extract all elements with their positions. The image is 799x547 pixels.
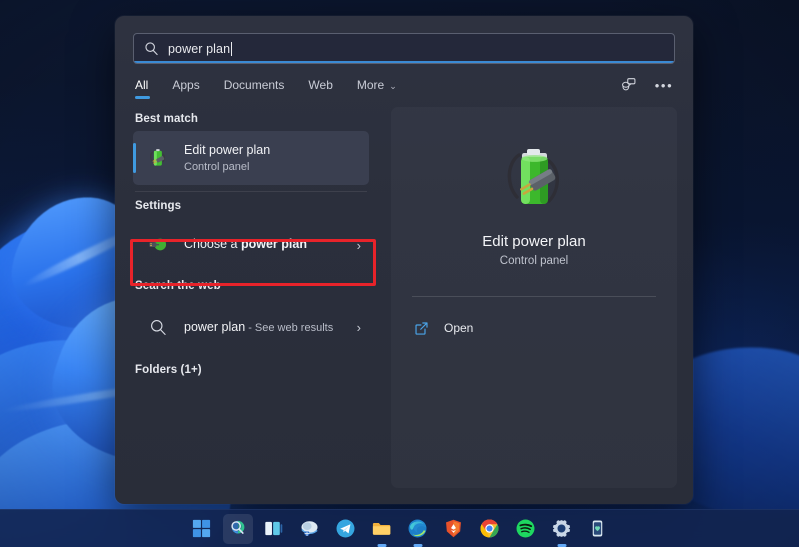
feedback-button[interactable] [617,74,639,96]
power-options-icon [145,232,171,258]
settings-button[interactable] [547,514,577,547]
tab-documents[interactable]: Documents [212,73,297,101]
tab-apps[interactable]: Apps [160,73,211,101]
filter-tabs: All Apps Documents Web More ⌄ [133,73,409,101]
section-heading-search-the-web: Search the web [135,280,221,292]
start-button[interactable] [187,514,217,544]
text-caret [231,41,233,56]
battery-plug-icon [497,141,571,215]
taskbar [0,509,799,547]
results-list: Best match Edit power plan Control panel… [115,105,377,504]
tab-more[interactable]: More ⌄ [345,73,409,101]
file-explorer-icon [372,522,391,535]
result-title: Edit power plan [184,143,271,158]
tab-more-label: More [356,78,385,92]
result-text: Choose a power plan [184,237,307,253]
edge-icon [408,519,427,538]
preview-title: Edit power plan [482,233,586,250]
search-button[interactable] [222,513,253,544]
panel-toolbar: ••• [617,74,675,100]
result-row-web-search[interactable]: power plan - See web results › [133,298,369,356]
feedback-icon [621,77,635,90]
search-row: power plan [115,16,693,64]
tab-apps-label: Apps [172,78,200,92]
result-title-match: power plan [240,237,307,252]
chevron-down-icon: ⌄ [389,81,397,91]
section-heading-best-match: Best match [135,113,198,125]
brave-icon [446,519,461,538]
result-title: power plan - See web results [184,319,333,336]
filter-tabs-bar: All Apps Documents Web More ⌄ ••• [115,64,693,101]
more-options-button[interactable]: ••• [653,74,675,96]
open-external-icon [415,321,428,335]
chrome-icon [480,519,499,538]
running-indicator [413,544,422,547]
telegram-icon [336,519,355,538]
tab-all-label: All [135,78,149,92]
tab-web-label: Web [308,78,333,92]
start-icon [192,519,211,538]
search-input[interactable]: power plan [133,33,675,64]
result-row-edit-power-plan[interactable]: Edit power plan Control panel [133,131,369,185]
search-panel: power plan All Apps Documents Web More ⌄ [115,16,693,504]
spotify-button[interactable] [511,514,541,544]
preview-subtitle: Control panel [499,255,569,267]
running-indicator [377,544,386,547]
task-view-icon [265,521,283,536]
widgets-icon [301,521,318,536]
running-indicator [557,544,566,547]
phone-link-icon [592,520,603,537]
result-title-query: power plan [184,319,246,334]
edge-button[interactable] [403,514,433,547]
telegram-button[interactable] [331,514,361,544]
chevron-right-icon: › [356,237,361,253]
result-title-hint: - See web results [245,321,334,334]
preview-divider [412,296,656,297]
result-subtitle: Control panel [184,160,250,173]
file-explorer-button[interactable] [367,514,397,547]
battery-plug-icon [145,145,171,171]
task-view-button[interactable] [259,514,289,544]
spotify-icon [516,519,535,538]
chrome-button[interactable] [475,514,505,544]
brave-button[interactable] [439,514,469,544]
search-icon [145,42,158,56]
more-options-icon: ••• [654,77,674,93]
phone-link-button[interactable] [583,514,613,544]
result-title-prefix: Choose a [184,237,241,252]
widgets-button[interactable] [295,514,325,544]
chevron-right-icon: › [356,319,361,335]
result-text: Edit power plan Control panel [184,143,270,173]
preview-open-label: Open [444,321,474,335]
search-input-value: power plan [168,41,231,56]
results-divider [135,191,367,192]
gear-icon [552,520,571,537]
preview-open-button[interactable]: Open [391,311,677,345]
desktop-screen: power plan All Apps Documents Web More ⌄ [0,0,799,547]
tab-web[interactable]: Web [296,73,344,101]
tab-documents-label: Documents [223,78,285,92]
search-taskbar-icon [231,520,245,534]
panel-body: Best match Edit power plan Control panel… [115,101,693,504]
tab-all[interactable]: All [133,73,160,101]
search-icon [145,314,171,340]
result-title: Choose a power plan [184,237,307,253]
result-text: power plan - See web results [184,319,333,336]
result-row-choose-a-power-plan[interactable]: Choose a power plan › [133,218,369,272]
preview-pane: Edit power plan Control panel Open [391,107,677,488]
section-heading-settings: Settings [135,200,182,212]
section-heading-folders: Folders (1+) [135,364,202,376]
